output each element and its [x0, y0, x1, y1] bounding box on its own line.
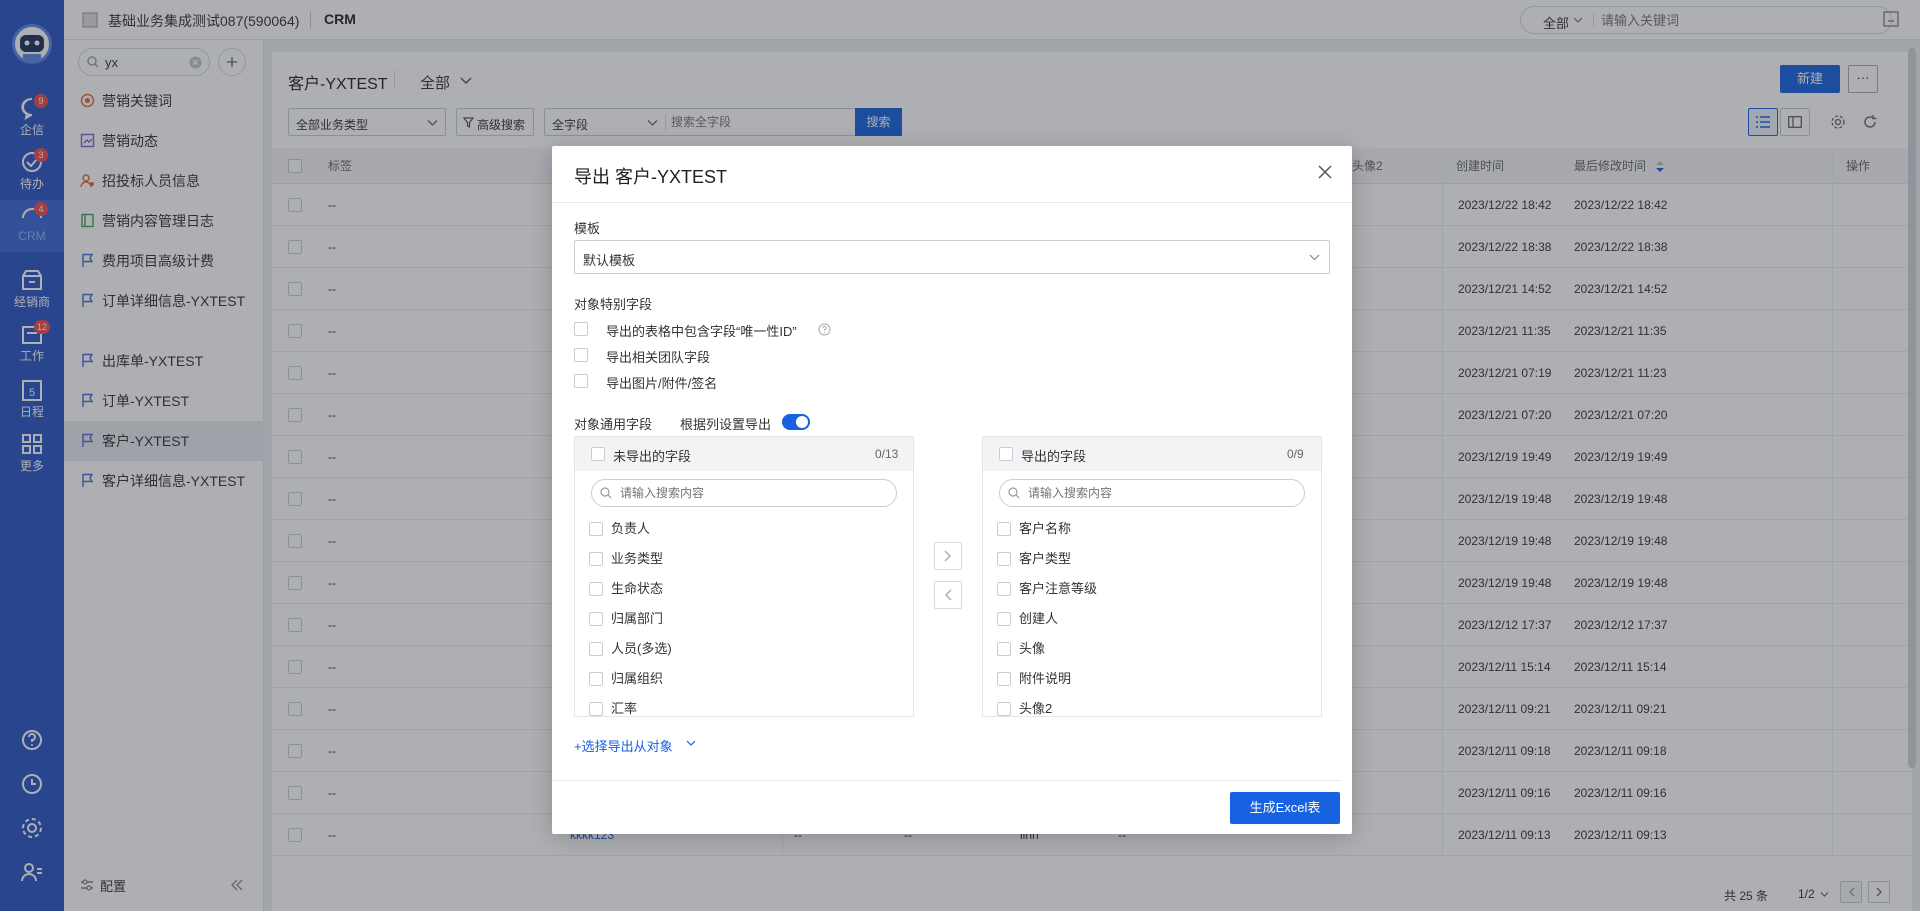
exported-search[interactable] — [999, 479, 1305, 507]
divider — [552, 202, 1352, 203]
exported-field-item[interactable]: 客户类型 — [997, 549, 1071, 569]
template-value: 默认模板 — [583, 253, 636, 268]
field-checkbox[interactable] — [589, 702, 603, 716]
exported-fields-panel: 导出的字段 0/9 客户名称客户类型客户注意等级创建人头像附件说明头像2 — [982, 436, 1322, 717]
field-label: 附件说明 — [1019, 671, 1072, 686]
field-label: 头像 — [1019, 641, 1046, 656]
field-checkbox[interactable] — [997, 702, 1011, 716]
chevron-down-icon[interactable] — [686, 740, 696, 747]
special-fields-label: 对象特别字段 — [574, 297, 653, 312]
move-left-button[interactable] — [934, 581, 962, 609]
template-label: 模板 — [574, 221, 601, 236]
chevron-down-icon — [1309, 254, 1320, 261]
exported-field-item[interactable]: 头像 — [997, 639, 1045, 659]
field-label: 生命状态 — [611, 581, 664, 596]
option-images[interactable]: 导出图片/附件/签名 — [574, 372, 874, 391]
exported-field-item[interactable]: 头像2 — [997, 699, 1053, 716]
field-label: 汇率 — [611, 701, 638, 716]
unexported-field-item[interactable]: 归属组织 — [589, 669, 663, 689]
field-label: 客户注意等级 — [1019, 581, 1098, 596]
field-checkbox[interactable] — [997, 522, 1011, 536]
search-icon — [1008, 487, 1020, 499]
panel-title: 导出的字段 — [1021, 449, 1087, 464]
panel-header: 未导出的字段 0/13 — [575, 437, 913, 471]
unexported-field-item[interactable]: 归属部门 — [589, 609, 663, 629]
toggle-knob — [796, 416, 808, 428]
option-label: 导出相关团队字段 — [606, 350, 711, 365]
generate-excel-button[interactable]: 生成Excel表 — [1230, 792, 1340, 824]
exported-field-item[interactable]: 客户注意等级 — [997, 579, 1097, 599]
option-label: 导出图片/附件/签名 — [606, 376, 718, 391]
exported-field-item[interactable]: 附件说明 — [997, 669, 1071, 689]
field-checkbox[interactable] — [997, 672, 1011, 686]
field-checkbox[interactable] — [997, 642, 1011, 656]
field-label: 归属组织 — [611, 671, 664, 686]
field-checkbox[interactable] — [589, 642, 603, 656]
field-checkbox[interactable] — [997, 612, 1011, 626]
divider — [552, 780, 1342, 781]
field-label: 业务类型 — [611, 551, 664, 566]
close-icon[interactable] — [1318, 165, 1332, 179]
field-label: 客户类型 — [1019, 551, 1072, 566]
field-checkbox[interactable] — [589, 672, 603, 686]
unexported-field-item[interactable]: 汇率 — [589, 699, 638, 716]
general-fields-label: 对象通用字段 — [574, 417, 653, 432]
panel-count: 0/13 — [875, 447, 899, 461]
unexported-fields-panel: 未导出的字段 0/13 负责人业务类型生命状态归属部门人员(多选) 归属组织汇率 — [574, 436, 914, 717]
field-checkbox[interactable] — [589, 552, 603, 566]
option-unique-id[interactable]: 导出的表格中包含字段“唯一性ID” — [574, 320, 974, 339]
dialog-title: 导出 客户-YXTEST — [574, 167, 728, 187]
field-checkbox[interactable] — [589, 522, 603, 536]
export-dialog: 导出 客户-YXTEST 模板 默认模板 对象特别字段 导出的表格中包含字段“唯… — [552, 146, 1352, 834]
panel-title: 未导出的字段 — [613, 449, 692, 464]
panel-count: 0/9 — [1287, 447, 1304, 461]
option-checkbox[interactable] — [574, 374, 588, 388]
panel-header: 导出的字段 0/9 — [983, 437, 1321, 471]
field-label: 人员(多选) — [611, 641, 672, 656]
unexported-field-item[interactable]: 人员(多选) — [589, 639, 672, 659]
field-label: 负责人 — [611, 521, 651, 536]
by-column-toggle[interactable] — [782, 414, 810, 430]
template-select[interactable]: 默认模板 — [574, 240, 1330, 274]
unexported-field-item[interactable]: 生命状态 — [589, 579, 663, 599]
field-checkbox[interactable] — [589, 612, 603, 626]
unexported-field-item[interactable]: 业务类型 — [589, 549, 663, 569]
chevron-left-icon — [945, 589, 952, 601]
option-team-fields[interactable]: 导出相关团队字段 — [574, 346, 874, 365]
chevron-right-icon — [944, 550, 951, 562]
select-sub-object-link[interactable]: +选择导出从对象 — [574, 736, 673, 755]
option-checkbox[interactable] — [574, 322, 588, 336]
unexported-search[interactable] — [591, 479, 897, 507]
search-icon — [600, 487, 612, 499]
field-checkbox[interactable] — [589, 582, 603, 596]
field-label: 客户名称 — [1019, 521, 1072, 536]
unexported-search-input[interactable] — [620, 484, 880, 502]
exported-search-input[interactable] — [1028, 484, 1288, 502]
option-label: 导出的表格中包含字段“唯一性ID” — [606, 324, 797, 339]
by-column-label: 根据列设置导出 — [680, 417, 772, 432]
field-label: 归属部门 — [611, 611, 664, 626]
select-all-unexported-checkbox[interactable] — [591, 447, 605, 461]
field-checkbox[interactable] — [997, 582, 1011, 596]
field-label: 头像2 — [1019, 701, 1053, 716]
unexported-field-item[interactable]: 负责人 — [589, 519, 650, 539]
select-all-exported-checkbox[interactable] — [999, 447, 1013, 461]
move-right-button[interactable] — [934, 542, 962, 570]
exported-field-item[interactable]: 创建人 — [997, 609, 1058, 629]
field-label: 创建人 — [1019, 611, 1059, 626]
field-checkbox[interactable] — [997, 552, 1011, 566]
exported-field-item[interactable]: 客户名称 — [997, 519, 1071, 539]
option-checkbox[interactable] — [574, 348, 588, 362]
help-icon[interactable] — [818, 323, 831, 336]
